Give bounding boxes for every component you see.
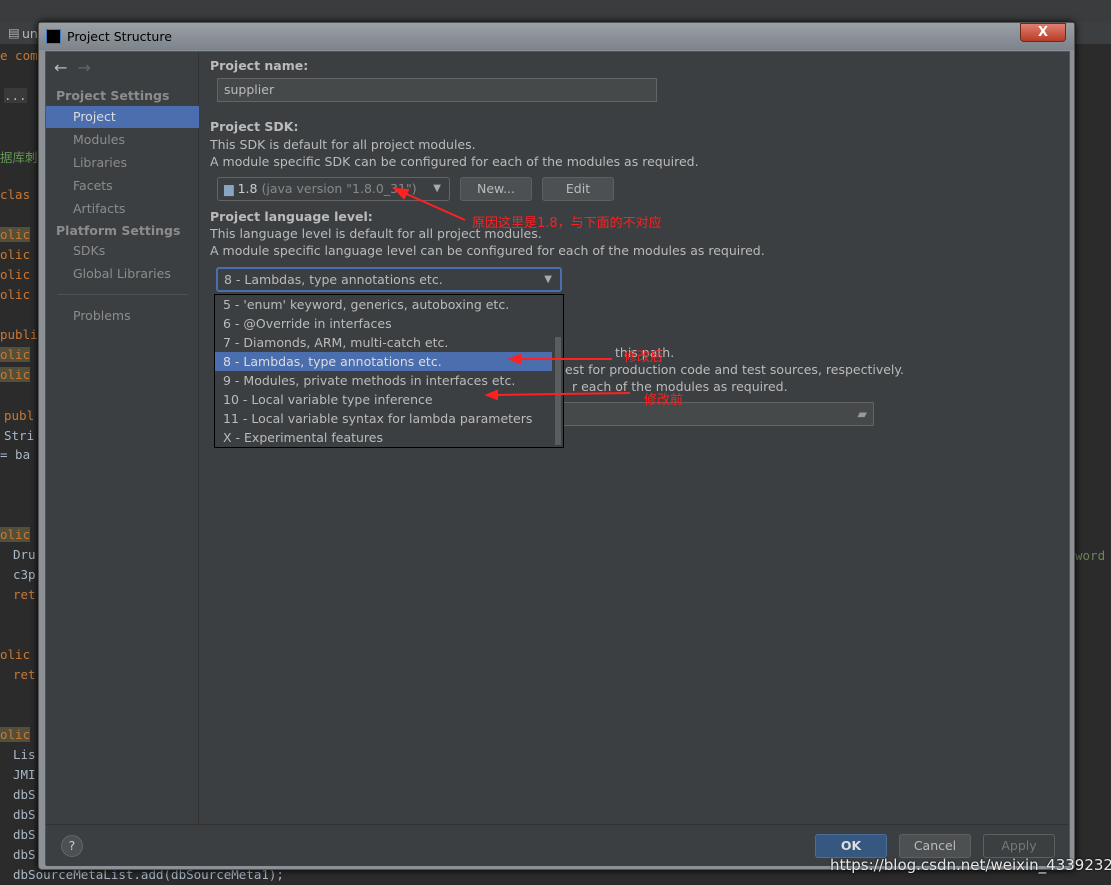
arrowhead: [392, 187, 410, 200]
arrowhead: [507, 353, 521, 365]
watermark: https://blog.csdn.net/weixin_43392328: [830, 856, 1111, 874]
annotation-arrow: [494, 392, 631, 396]
annotation-before: 修改前: [644, 393, 684, 408]
annotation-after: 修改后: [624, 350, 664, 365]
annotation-arrow: [401, 191, 466, 221]
annotation-arrows: [392, 187, 631, 401]
annotation-reason: 原因这里是1.8，与下面的不对应: [472, 216, 662, 231]
arrowhead: [484, 389, 498, 401]
